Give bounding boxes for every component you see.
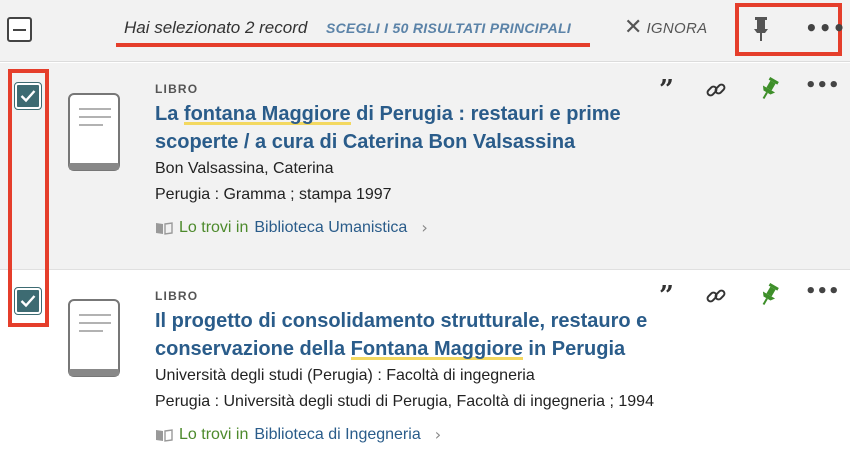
annotation-underline [116, 43, 590, 47]
chevron-right-icon: › [434, 425, 442, 444]
citation-icon[interactable]: ” [659, 283, 674, 309]
availability-location: Biblioteca Umanistica [254, 218, 408, 236]
deselect-all-checkbox[interactable] [7, 17, 32, 42]
result-item: LIBRO Il progetto di consolidamento stru… [0, 271, 850, 459]
result-content: LIBRO Il progetto di consolidamento stru… [155, 289, 715, 444]
ignore-label: IGNORA [646, 19, 708, 37]
more-actions-icon[interactable]: ••• [805, 77, 840, 95]
open-book-icon [156, 221, 173, 235]
citation-icon[interactable]: ” [659, 77, 674, 103]
pin-record-icon[interactable] [758, 283, 780, 307]
availability-prefix: Lo trovi in [179, 218, 249, 236]
availability-link[interactable]: Lo trovi in Biblioteca di Ingegneria › [155, 425, 715, 444]
ignore-button[interactable]: ✕ IGNORA [624, 17, 707, 39]
title-highlight: fontana Maggiore [183, 103, 351, 125]
availability-link[interactable]: Lo trovi in Biblioteca Umanistica › [155, 218, 655, 237]
chevron-right-icon: › [421, 218, 428, 237]
open-book-icon [156, 428, 173, 442]
more-actions-icon[interactable]: ••• [805, 283, 840, 301]
result-item: LIBRO La fontana Maggiore di Perugia : r… [0, 63, 850, 270]
availability-location: Biblioteca di Ingegneria [254, 425, 421, 443]
book-thumbnail-icon[interactable] [67, 299, 121, 377]
result-publication: Perugia : Università degli studi di Peru… [155, 393, 654, 410]
permalink-icon[interactable] [705, 79, 727, 101]
book-thumbnail-icon[interactable] [67, 93, 121, 171]
title-part: La [155, 103, 184, 125]
result-title[interactable]: Il progetto di consolidamento struttural… [155, 307, 655, 363]
annotation-box-checkboxes [8, 69, 49, 327]
close-icon: ✕ [624, 15, 643, 40]
more-options-icon[interactable]: ••• [805, 16, 846, 40]
select-top-results-link[interactable]: SCEGLI I 50 RISULTATI PRINCIPALI [326, 20, 571, 36]
selection-bar: Hai selezionato 2 record SCEGLI I 50 RIS… [0, 0, 850, 62]
resource-type: LIBRO [155, 289, 199, 303]
result-title[interactable]: La fontana Maggiore di Perugia : restaur… [155, 100, 655, 156]
pin-icon[interactable] [751, 16, 771, 42]
selected-count-text: Hai selezionato 2 record [124, 18, 308, 37]
result-actions: ” ••• [655, 283, 840, 310]
title-highlight: Fontana Maggiore [350, 338, 523, 360]
availability-prefix: Lo trovi in [179, 425, 249, 443]
result-author: Università degli studi (Perugia) : Facol… [155, 367, 535, 384]
permalink-icon[interactable] [705, 285, 727, 307]
result-content: LIBRO La fontana Maggiore di Perugia : r… [155, 82, 655, 237]
title-part: in Perugia [522, 338, 626, 360]
result-actions: ” ••• [655, 77, 840, 104]
result-author: Bon Valsassina, Caterina [155, 160, 334, 177]
pin-record-icon[interactable] [758, 77, 780, 101]
result-publication: Perugia : Gramma ; stampa 1997 [155, 186, 392, 203]
resource-type: LIBRO [155, 82, 199, 96]
